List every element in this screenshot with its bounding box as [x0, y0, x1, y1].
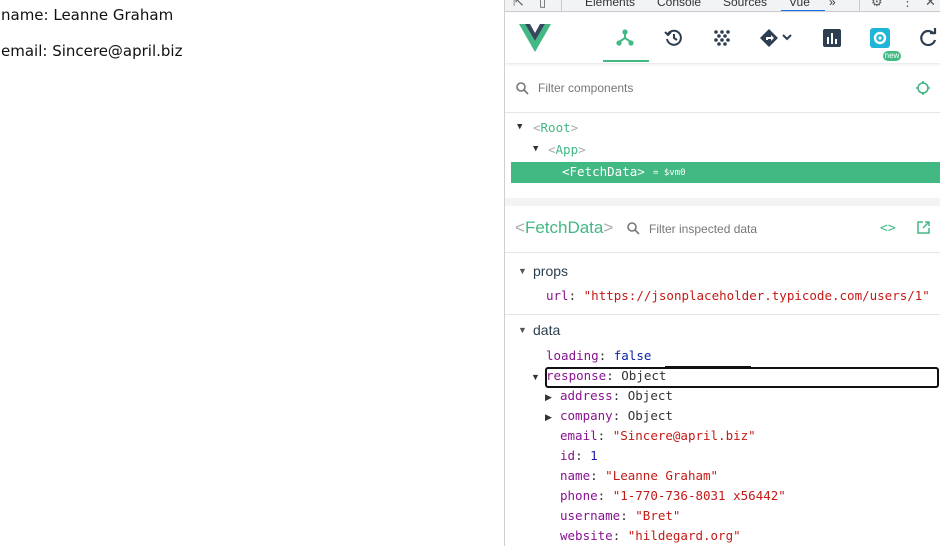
components-icon[interactable]	[612, 25, 638, 51]
collapse-toggle-icon[interactable]: ▼	[518, 325, 527, 335]
new-badge: new	[883, 51, 901, 61]
response-website[interactable]: website: "hildegard.org"	[560, 528, 741, 546]
expand-toggle-icon[interactable]: ▶	[545, 412, 552, 423]
settings-icon[interactable]	[867, 25, 893, 51]
response-username[interactable]: username: "Bret"	[560, 508, 680, 528]
expand-toggle-icon[interactable]: ▶	[545, 392, 552, 403]
props-section-header[interactable]: ▼ props	[505, 261, 940, 283]
vue-toolbar: new	[505, 13, 940, 63]
response-address[interactable]: address: Object	[560, 388, 673, 408]
search-icon	[516, 82, 529, 100]
vuex-icon[interactable]	[709, 25, 735, 51]
vm-reference: = $vm0	[653, 168, 686, 178]
expand-toggle-icon[interactable]: ▼	[531, 372, 540, 382]
response-company[interactable]: company: Object	[560, 408, 673, 428]
component-filter-input[interactable]: Filter components	[538, 81, 633, 95]
devtools-panel: ⇱ ▯ Elements Console Sources Vue » ⚙ ⋮ ✕	[504, 0, 940, 546]
data-section-header[interactable]: ▼ data	[505, 320, 940, 342]
more-tabs-button[interactable]: »	[829, 0, 836, 9]
inspector-header: <FetchData> Filter inspected data <>	[505, 206, 940, 252]
pane-divider[interactable]	[505, 198, 940, 206]
response-id[interactable]: id: 1	[560, 448, 598, 468]
tab-elements[interactable]: Elements	[585, 0, 635, 9]
data-response[interactable]: response: Object	[546, 368, 666, 388]
search-icon	[627, 222, 640, 240]
open-in-editor-icon[interactable]	[917, 221, 930, 239]
data-loading[interactable]: loading: false	[546, 348, 651, 368]
select-component-in-page-icon[interactable]	[916, 81, 930, 100]
devtools-tab-bar: ⇱ ▯ Elements Console Sources Vue » ⚙ ⋮ ✕	[505, 0, 940, 12]
tree-node-app[interactable]: ▼ <App>	[505, 140, 940, 160]
tab-console[interactable]: Console	[657, 0, 701, 9]
inspect-dom-icon[interactable]: <>	[880, 221, 896, 236]
active-tool-indicator	[603, 60, 649, 62]
name-line: name: Leanne Graham	[1, 6, 174, 24]
kebab-menu-icon[interactable]: ⋮	[901, 0, 914, 10]
app-page: name: Leanne Graham email: Sincere@april…	[0, 0, 504, 546]
response-email[interactable]: email: "Sincere@april.biz"	[560, 428, 756, 448]
response-phone[interactable]: phone: "1-770-736-8031 x56442"	[560, 488, 786, 508]
devtools-settings-icon[interactable]: ⚙	[871, 0, 883, 10]
component-filter[interactable]: Filter components	[505, 70, 940, 106]
device-toolbar-icon[interactable]: ▯	[539, 0, 546, 10]
performance-icon[interactable]	[819, 25, 845, 51]
expand-toggle-icon[interactable]: ▼	[517, 122, 522, 132]
router-icon[interactable]	[757, 25, 797, 51]
email-line: email: Sincere@april.biz	[1, 42, 183, 60]
inspected-component-title: <FetchData>	[515, 218, 614, 237]
close-devtools-icon[interactable]: ✕	[925, 0, 936, 10]
inspected-data-filter-input[interactable]: Filter inspected data	[649, 222, 757, 236]
timeline-icon[interactable]	[661, 25, 687, 51]
prop-url[interactable]: url: "https://jsonplaceholder.typicode.c…	[546, 288, 930, 308]
expand-toggle-icon[interactable]: ▼	[533, 144, 538, 154]
vue-logo-icon	[519, 24, 551, 57]
refresh-icon[interactable]	[915, 25, 940, 51]
tree-node-fetchdata[interactable]: <FetchData> = $vm0	[511, 162, 940, 183]
collapse-toggle-icon[interactable]: ▼	[518, 266, 527, 276]
tree-node-root[interactable]: ▼ <Root>	[505, 118, 940, 138]
active-tab-indicator	[781, 10, 825, 11]
tab-vue[interactable]: Vue	[789, 0, 810, 9]
response-name[interactable]: name: "Leanne Graham"	[560, 468, 718, 488]
inspect-cursor-icon[interactable]: ⇱	[513, 0, 524, 10]
tab-sources[interactable]: Sources	[723, 0, 767, 9]
